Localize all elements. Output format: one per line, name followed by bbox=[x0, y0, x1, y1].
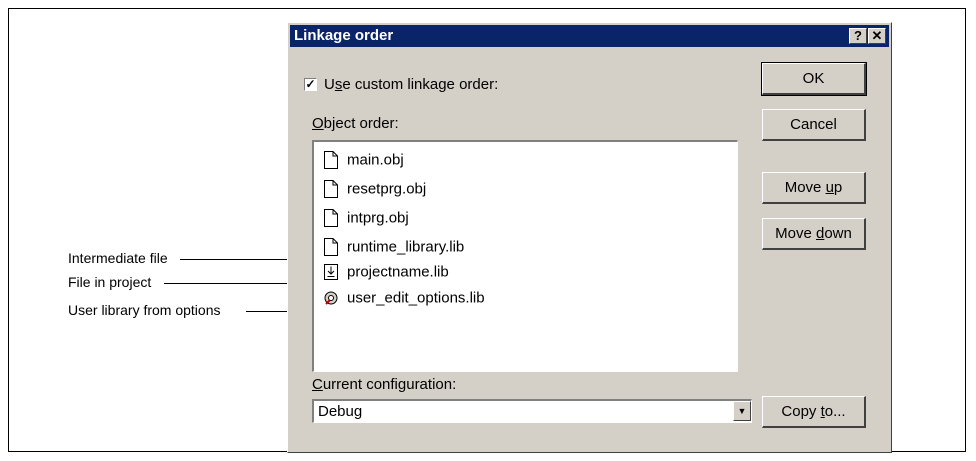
custom-order-label[interactable]: Use custom linkage order: bbox=[324, 76, 498, 93]
list-item[interactable]: projectname.lib bbox=[323, 262, 449, 284]
list-item[interactable]: intprg.obj bbox=[323, 208, 409, 230]
move-down-button[interactable]: Move down bbox=[762, 218, 866, 250]
callout-file-in-project: File in project bbox=[68, 274, 152, 290]
close-button[interactable]: ✕ bbox=[868, 28, 886, 44]
custom-order-checkbox[interactable]: ✓ bbox=[304, 78, 317, 91]
file-icon bbox=[323, 150, 339, 170]
file-icon bbox=[323, 208, 339, 228]
copy-to-button[interactable]: Copy to... bbox=[762, 396, 866, 428]
list-item[interactable]: user_edit_options.lib bbox=[323, 288, 485, 310]
cancel-button[interactable]: Cancel bbox=[762, 109, 866, 141]
project-file-icon bbox=[323, 262, 339, 282]
file-icon bbox=[323, 237, 339, 257]
list-item[interactable]: main.obj bbox=[323, 150, 404, 172]
list-item[interactable]: resetprg.obj bbox=[323, 179, 426, 201]
dropdown-arrow-icon[interactable]: ▼ bbox=[733, 401, 751, 421]
object-order-label: Object order: bbox=[312, 115, 399, 132]
move-up-button[interactable]: Move up bbox=[762, 172, 866, 204]
configuration-select[interactable]: Debug ▼ bbox=[312, 399, 752, 423]
current-configuration-label: Current configuration: bbox=[312, 376, 457, 393]
callout-user-library: User library from options bbox=[68, 302, 221, 318]
help-button[interactable]: ? bbox=[849, 28, 867, 44]
file-icon bbox=[323, 179, 339, 199]
configuration-value: Debug bbox=[318, 403, 363, 420]
user-library-icon bbox=[323, 288, 339, 308]
title-bar[interactable]: Linkage order ? ✕ bbox=[290, 25, 889, 47]
ok-button[interactable]: OK bbox=[761, 62, 867, 96]
linkage-order-dialog: Linkage order ? ✕ ✓ Use custom linkage o… bbox=[287, 22, 892, 453]
dialog-title: Linkage order bbox=[294, 27, 394, 44]
list-item[interactable]: runtime_library.lib bbox=[323, 237, 464, 259]
object-order-list[interactable]: main.obj resetprg.obj intprg.obj runtime… bbox=[312, 140, 738, 372]
callout-intermediate-file: Intermediate file bbox=[68, 250, 168, 266]
